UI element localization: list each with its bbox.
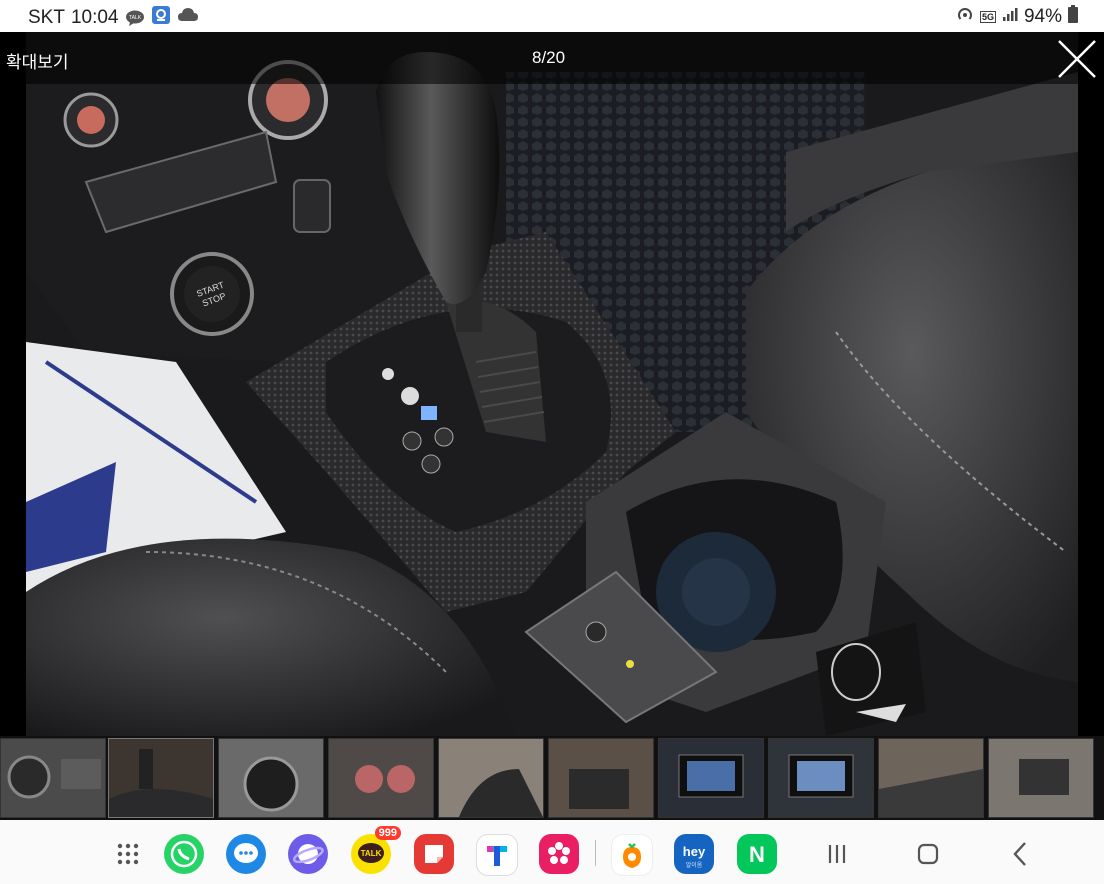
battery-icon bbox=[1068, 5, 1078, 29]
notes-app[interactable] bbox=[414, 834, 454, 874]
thumbnail-8[interactable] bbox=[768, 738, 874, 818]
sticky-note-icon bbox=[425, 845, 443, 863]
image-counter: 8/20 bbox=[532, 48, 566, 67]
naver-label: N bbox=[749, 842, 765, 867]
status-bar: SKT 10:04 TALK 5G 94% bbox=[0, 0, 1104, 32]
whatsapp-app[interactable] bbox=[164, 834, 204, 874]
thumbnail-1[interactable] bbox=[0, 738, 106, 818]
thumbnail-3[interactable] bbox=[218, 738, 324, 818]
status-right: 5G 94% bbox=[956, 5, 1078, 29]
kakaotalk-app[interactable]: TALK 999 bbox=[351, 826, 401, 874]
signal-icon bbox=[1002, 6, 1018, 28]
close-button[interactable] bbox=[1056, 38, 1098, 80]
app-drawer-button[interactable] bbox=[106, 832, 150, 876]
samsung-internet-app[interactable] bbox=[288, 834, 328, 874]
recents-icon bbox=[828, 845, 846, 863]
thumbnail-4[interactable] bbox=[328, 738, 434, 818]
hey-app[interactable]: hey 알이옴 bbox=[674, 834, 714, 874]
taskbar-dock: TALK 999 hey 알이옴 N bbox=[0, 820, 1104, 884]
grid-icon bbox=[117, 843, 139, 865]
thumbnail-10[interactable] bbox=[988, 738, 1094, 818]
thumbnail-5[interactable] bbox=[438, 738, 544, 818]
thumbnail-9[interactable] bbox=[878, 738, 984, 818]
carrot-icon bbox=[623, 843, 641, 868]
back-button[interactable] bbox=[998, 832, 1042, 876]
phone-icon bbox=[170, 840, 198, 868]
thumbnail-strip[interactable] bbox=[0, 736, 1104, 820]
hey-sub: 알이옴 bbox=[686, 861, 703, 869]
tmap-app[interactable] bbox=[476, 834, 518, 876]
naver-icon: N bbox=[749, 842, 765, 867]
naver-app[interactable]: N bbox=[737, 834, 777, 874]
kakaotalk-label: TALK bbox=[361, 849, 382, 858]
svg-text:START: START bbox=[195, 280, 226, 299]
network-type-icon: 5G bbox=[979, 11, 996, 23]
close-icon bbox=[1058, 40, 1096, 78]
chat-bubble-icon bbox=[234, 843, 258, 863]
carrot-app[interactable] bbox=[611, 834, 653, 876]
thumbnail-6[interactable] bbox=[548, 738, 654, 818]
notification-badge: 999 bbox=[374, 826, 401, 840]
battery-percent: 94% bbox=[1023, 6, 1062, 27]
planet-icon bbox=[292, 844, 324, 864]
kakaotalk-notification-icon: TALK bbox=[125, 10, 145, 26]
status-left: SKT 10:04 TALK bbox=[28, 5, 199, 31]
thumbnail-7[interactable] bbox=[658, 738, 764, 818]
tmap-icon bbox=[487, 846, 507, 866]
messages-app[interactable] bbox=[226, 834, 266, 874]
home-icon bbox=[917, 843, 939, 865]
viewer-title: 확대보기 bbox=[6, 53, 69, 72]
home-button[interactable] bbox=[906, 832, 950, 876]
viewer-header: 확대보기 8/20 bbox=[0, 32, 1104, 84]
dock-divider bbox=[595, 840, 596, 866]
main-photo[interactable]: START STOP bbox=[26, 32, 1078, 736]
carrier-label: SKT bbox=[28, 7, 65, 28]
hotspot-icon bbox=[956, 5, 974, 29]
recent-apps-button[interactable] bbox=[815, 832, 859, 876]
hey-icon: hey 알이옴 bbox=[683, 844, 706, 869]
flower-icon bbox=[548, 842, 570, 864]
flower-app[interactable] bbox=[539, 834, 579, 874]
thumbnail-2[interactable] bbox=[108, 738, 214, 818]
hey-label: hey bbox=[683, 844, 706, 859]
clock: 10:04 bbox=[70, 7, 119, 28]
app-notification-icon bbox=[151, 5, 171, 31]
talk-text: TALK bbox=[128, 15, 141, 21]
kakaotalk-icon: TALK bbox=[358, 843, 384, 863]
svg-text:STOP: STOP bbox=[201, 291, 227, 309]
cloud-notification-icon bbox=[177, 6, 199, 30]
back-icon bbox=[1013, 842, 1026, 866]
